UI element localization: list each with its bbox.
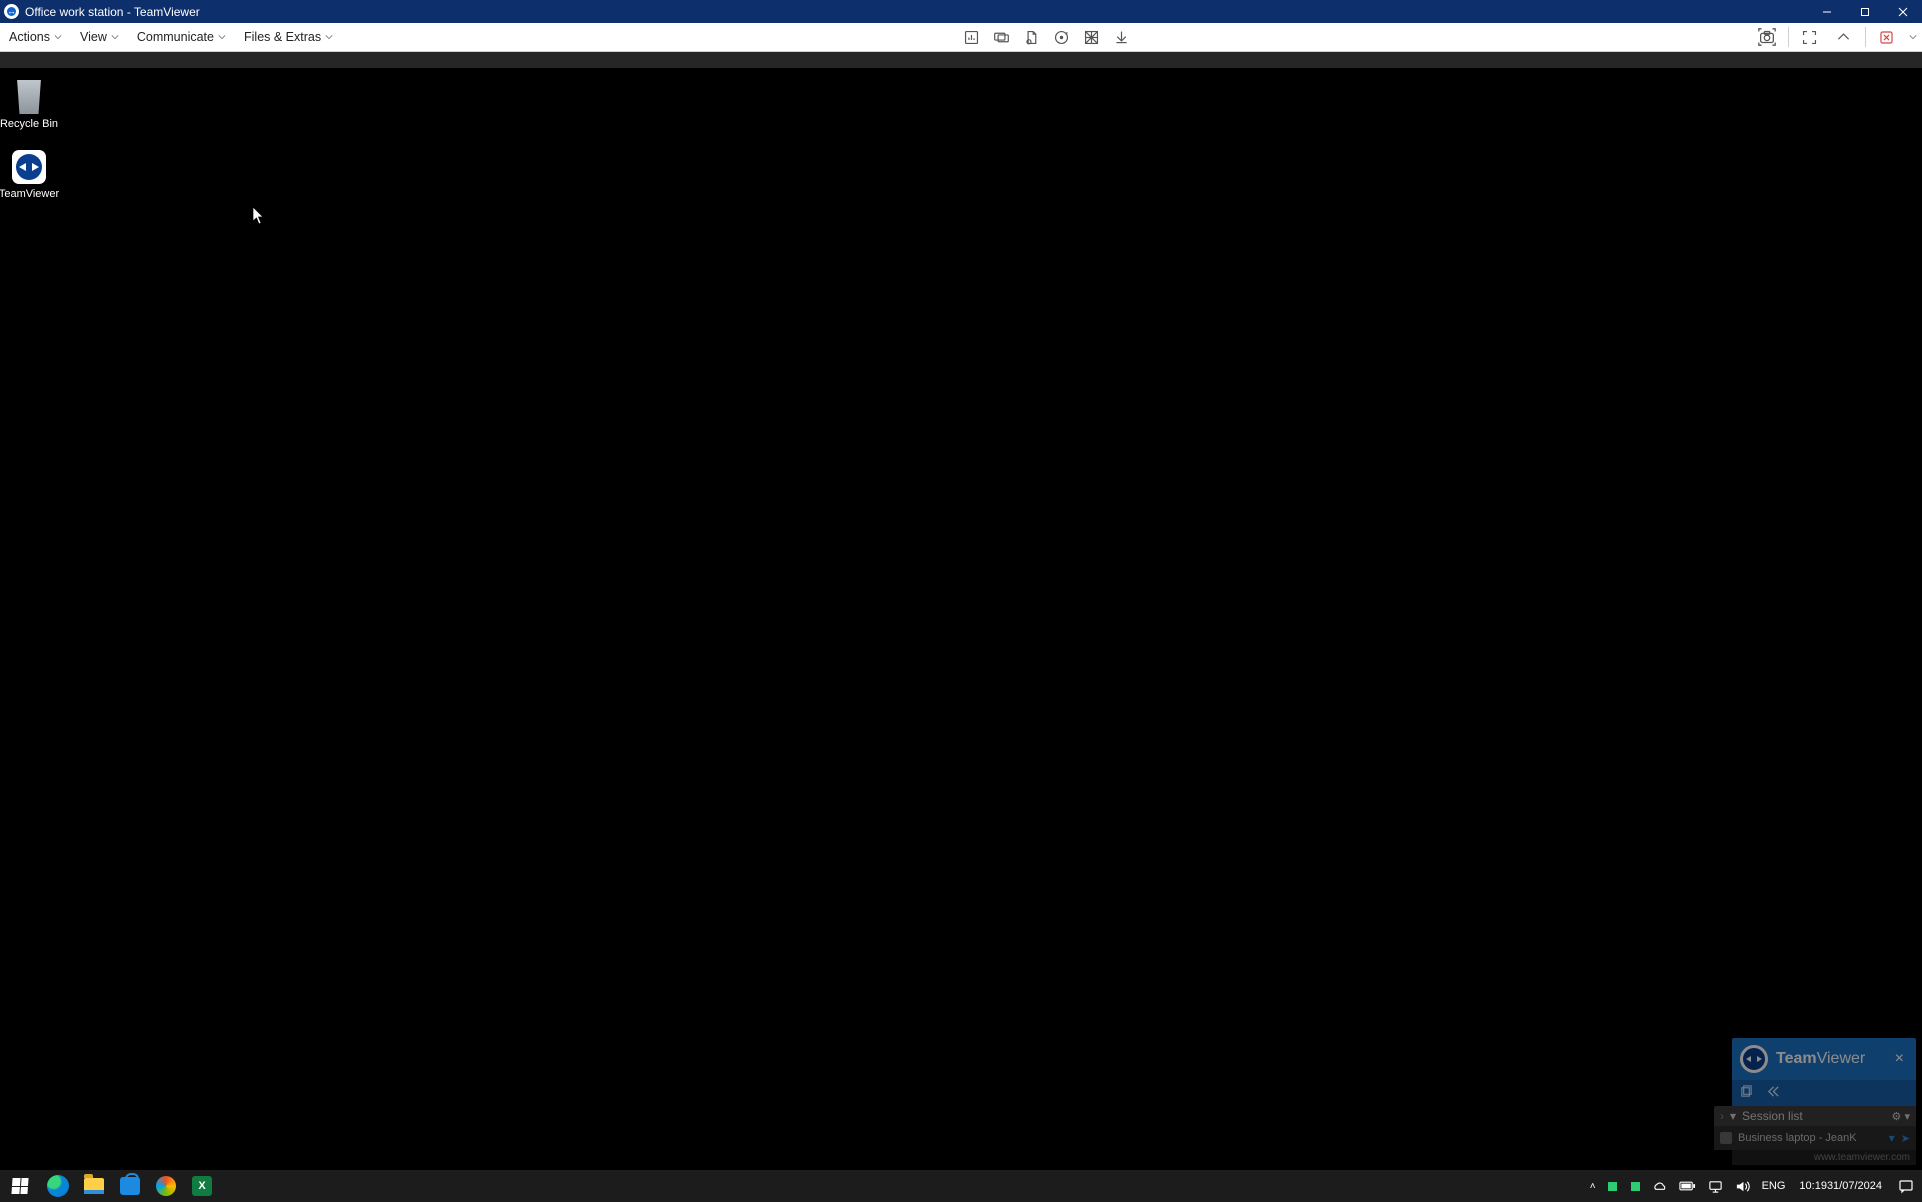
menu-view[interactable]: View xyxy=(71,23,128,51)
window-title: Office work station - TeamViewer xyxy=(25,5,200,19)
desktop-icon-label: TeamViewer xyxy=(0,188,66,200)
taskbar-store[interactable] xyxy=(112,1170,148,1202)
window-close-button[interactable] xyxy=(1884,0,1922,23)
menu-actions[interactable]: Actions xyxy=(0,23,71,51)
edge-icon xyxy=(47,1175,69,1197)
record-icon[interactable] xyxy=(1046,23,1076,51)
window-minimize-button[interactable] xyxy=(1808,0,1846,23)
session-name: Business laptop - JeanK xyxy=(1738,1132,1883,1144)
tray-volume-icon[interactable] xyxy=(1729,1170,1756,1202)
taskbar-file-explorer[interactable] xyxy=(76,1170,112,1202)
taskbar-m365[interactable] xyxy=(148,1170,184,1202)
start-button[interactable] xyxy=(0,1170,40,1202)
teamviewer-logo-icon xyxy=(1740,1045,1768,1073)
screenshot-icon[interactable] xyxy=(1750,23,1784,51)
remote-desktop[interactable]: Recycle Bin TeamViewer TeamViewer × › ▾ xyxy=(0,68,1922,1202)
collapse-toolbar-icon[interactable] xyxy=(1827,23,1861,51)
chevron-down-icon xyxy=(325,30,333,44)
session-panel-footer: www.teamviewer.com xyxy=(1732,1150,1916,1165)
recycle-bin-icon xyxy=(12,80,46,114)
tray-overflow-button[interactable]: ˄ xyxy=(1584,1170,1602,1202)
folder-icon xyxy=(84,1178,104,1194)
clock-time: 10:19 xyxy=(1799,1180,1827,1193)
session-dropdown-icon[interactable]: ▾ xyxy=(1889,1131,1895,1145)
teamviewer-session-panel: TeamViewer × › ▾ Session list ⚙ ▾ Busine… xyxy=(1732,1038,1916,1165)
session-row[interactable]: Business laptop - JeanK ▾ ➤ xyxy=(1714,1126,1916,1150)
session-list-label: Session list xyxy=(1742,1109,1803,1123)
monitors-icon[interactable] xyxy=(986,23,1016,51)
user-icon xyxy=(1720,1132,1732,1144)
store-icon xyxy=(120,1177,140,1195)
gear-icon[interactable]: ⚙ ▾ xyxy=(1892,1110,1910,1123)
tray-app-icon[interactable] xyxy=(1623,1170,1646,1202)
remote-cursor-icon xyxy=(253,207,265,225)
tray-nvidia-icon[interactable] xyxy=(1602,1170,1623,1202)
windows-logo-icon xyxy=(11,1178,28,1194)
tray-language[interactable]: ENG xyxy=(1756,1170,1792,1202)
teamviewer-toolbar: Actions View Communicate Files & Extras xyxy=(0,23,1922,52)
tray-clock[interactable]: 10:19 31/07/2024 xyxy=(1791,1170,1890,1202)
remote-taskbar: X ˄ ENG 10:19 31/07/2024 xyxy=(0,1170,1922,1202)
m365-icon xyxy=(156,1176,176,1196)
session-panel-brand: TeamViewer xyxy=(1776,1050,1865,1068)
teamviewer-icon xyxy=(12,150,46,184)
chevron-right-icon[interactable]: › xyxy=(1720,1109,1724,1123)
session-list-header[interactable]: › ▾ Session list ⚙ ▾ xyxy=(1714,1106,1916,1126)
menu-actions-label: Actions xyxy=(9,30,50,44)
close-session-dropdown[interactable] xyxy=(1904,23,1922,51)
dashboard-icon[interactable] xyxy=(956,23,986,51)
download-icon[interactable] xyxy=(1106,23,1136,51)
session-panel-header[interactable]: TeamViewer × xyxy=(1732,1038,1916,1080)
menu-view-label: View xyxy=(80,30,107,44)
chevron-down-icon[interactable]: ▾ xyxy=(1730,1109,1736,1123)
chevron-down-icon xyxy=(54,30,62,44)
teamviewer-titlebar: Office work station - TeamViewer xyxy=(0,0,1922,23)
clipboard-icon[interactable] xyxy=(1740,1085,1753,1101)
pointer-icon[interactable]: ➤ xyxy=(1901,1132,1910,1145)
menu-communicate[interactable]: Communicate xyxy=(128,23,235,51)
separator xyxy=(1788,27,1789,47)
tray-onedrive-icon[interactable] xyxy=(1646,1170,1673,1202)
menu-communicate-label: Communicate xyxy=(137,30,214,44)
close-session-button[interactable] xyxy=(1870,23,1904,51)
session-panel-tools xyxy=(1732,1080,1916,1106)
separator xyxy=(1865,27,1866,47)
fullscreen-icon[interactable] xyxy=(1793,23,1827,51)
file-transfer-icon[interactable] xyxy=(1016,23,1046,51)
taskbar-excel[interactable]: X xyxy=(184,1170,220,1202)
toolbar-dark-strip xyxy=(0,52,1922,68)
chevron-down-icon xyxy=(111,30,119,44)
language-indicator: ENG xyxy=(1762,1180,1786,1192)
clock-date: 31/07/2024 xyxy=(1827,1180,1882,1193)
tray-battery-icon[interactable] xyxy=(1673,1170,1702,1202)
whiteboard-icon[interactable] xyxy=(1076,23,1106,51)
tray-action-center[interactable] xyxy=(1890,1170,1922,1202)
session-panel-close-button[interactable]: × xyxy=(1891,1048,1908,1070)
teamviewer-logo-icon xyxy=(4,4,19,19)
system-tray: ˄ ENG 10:19 31/07/2024 xyxy=(1584,1170,1922,1202)
desktop-icon-recycle-bin[interactable]: Recycle Bin xyxy=(0,80,66,130)
tray-network-icon[interactable] xyxy=(1702,1170,1729,1202)
window-maximize-button[interactable] xyxy=(1846,0,1884,23)
desktop-icon-teamviewer[interactable]: TeamViewer xyxy=(0,150,66,200)
menu-files-extras-label: Files & Extras xyxy=(244,30,321,44)
menu-files-extras[interactable]: Files & Extras xyxy=(235,23,342,51)
excel-icon: X xyxy=(192,1176,212,1196)
collapse-left-icon[interactable] xyxy=(1767,1085,1780,1101)
desktop-icon-label: Recycle Bin xyxy=(0,118,66,130)
taskbar-edge[interactable] xyxy=(40,1170,76,1202)
chevron-down-icon xyxy=(218,30,226,44)
